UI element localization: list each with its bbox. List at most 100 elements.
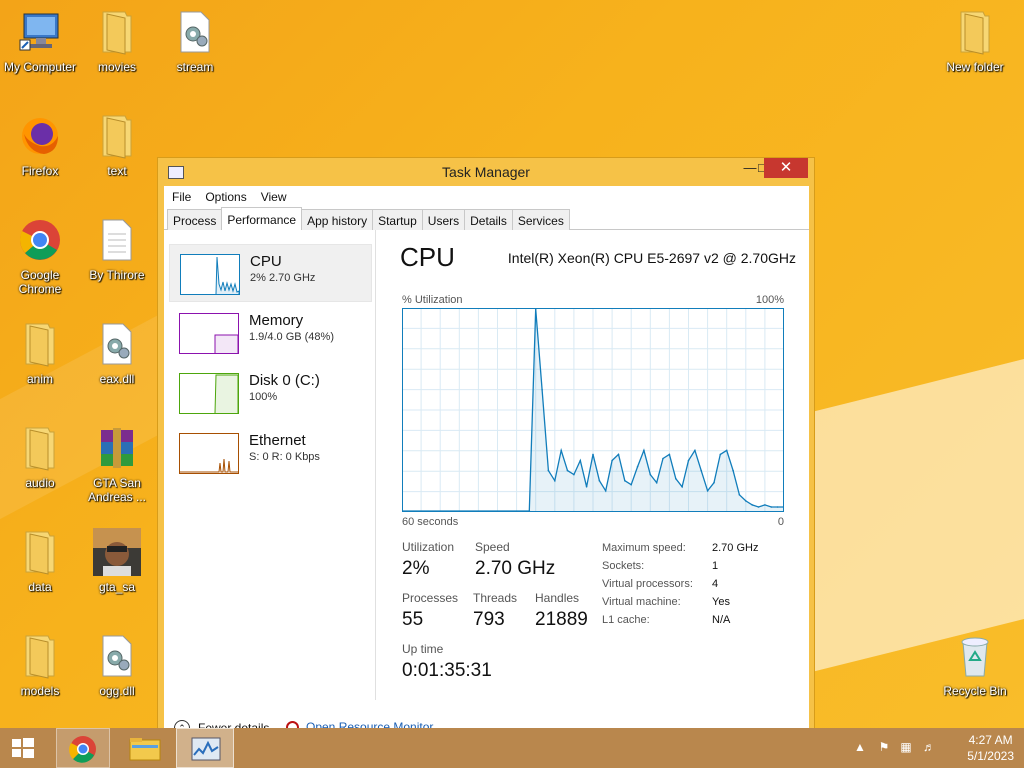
desktop-icon-label: By Thirore bbox=[89, 268, 145, 282]
cpu-data-point bbox=[713, 481, 715, 484]
resource-cpu[interactable]: CPU 2% 2.70 GHz bbox=[169, 244, 372, 302]
start-button[interactable] bbox=[0, 728, 46, 768]
desktop-icon-new-folder[interactable]: New folder bbox=[935, 8, 1015, 74]
desktop-icon-anim[interactable]: anim bbox=[0, 320, 80, 386]
menu-file[interactable]: File bbox=[172, 190, 191, 208]
resource-detail: 1.9/4.0 GB (48%) bbox=[249, 331, 334, 343]
threads-value: 793 bbox=[473, 609, 505, 630]
menu-view[interactable]: View bbox=[261, 190, 287, 208]
desktop-icon-label: eax.dll bbox=[99, 372, 135, 386]
taskbar-task-manager[interactable] bbox=[176, 728, 234, 768]
desktop-icon-label: models bbox=[20, 684, 60, 698]
cpu-data-point bbox=[585, 486, 588, 488]
spec-value: 4 bbox=[712, 578, 719, 590]
desktop-icon-by-thirore[interactable]: By Thirore bbox=[77, 216, 157, 282]
threads-label: Threads bbox=[473, 591, 518, 605]
resource-detail: 2% 2.70 GHz bbox=[250, 272, 316, 284]
desktop-icon-label: ogg.dll bbox=[99, 684, 135, 698]
desktop-icon-eax-dll[interactable]: eax.dll bbox=[77, 320, 157, 386]
disk-thumbnail bbox=[179, 373, 239, 414]
resource-memory[interactable]: Memory 1.9/4.0 GB (48%) bbox=[169, 304, 372, 362]
document-icon bbox=[93, 216, 141, 264]
tab-details[interactable]: Details bbox=[464, 209, 513, 230]
desktop-icon-label: Recycle Bin bbox=[943, 684, 1007, 698]
cpu-data-point bbox=[630, 483, 632, 486]
taskbar-file-explorer[interactable] bbox=[118, 728, 172, 768]
desktop-icon-my-computer[interactable]: My Computer bbox=[0, 8, 80, 74]
folder-icon bbox=[93, 112, 141, 160]
desktop-icon-audio[interactable]: audio bbox=[0, 424, 80, 490]
desktop-icon-text[interactable]: text bbox=[77, 112, 157, 178]
spec-value: N/A bbox=[712, 614, 731, 626]
show-hidden-icons-icon[interactable]: ▲ bbox=[852, 740, 868, 756]
desktop-icon-gta-sa[interactable]: gta_sa bbox=[77, 528, 157, 594]
tab-users[interactable]: Users bbox=[421, 209, 466, 230]
desktop-icon-models[interactable]: models bbox=[0, 632, 80, 698]
settings-file-icon bbox=[171, 8, 219, 56]
cpu-data-point bbox=[700, 469, 702, 472]
desktop-icon-label: Firefox bbox=[21, 164, 59, 178]
resource-detail: S: 0 R: 0 Kbps bbox=[249, 451, 320, 463]
x-left-label: 60 seconds bbox=[402, 516, 459, 528]
desktop-icon-gta-san-andreas[interactable]: GTA San Andreas ... bbox=[77, 424, 157, 504]
resource-ethernet[interactable]: Ethernet S: 0 R: 0 Kbps bbox=[169, 424, 372, 482]
task-manager-icon bbox=[191, 737, 221, 761]
desktop-icon-label: New folder bbox=[946, 60, 1004, 74]
tab-app-history[interactable]: App history bbox=[301, 209, 374, 230]
taskbar-chrome[interactable] bbox=[56, 728, 110, 768]
cpu-data-point bbox=[751, 504, 753, 506]
cpu-data-point bbox=[636, 465, 639, 468]
clock[interactable]: 4:27 AM 5/1/2023 bbox=[967, 732, 1014, 764]
desktop-icon-data[interactable]: data bbox=[0, 528, 80, 594]
desktop-icon-google-chrome[interactable]: Google Chrome bbox=[0, 216, 80, 296]
cpu-data-point bbox=[560, 449, 562, 452]
firefox-icon bbox=[16, 112, 64, 160]
handles-value: 21889 bbox=[535, 609, 588, 630]
desktop-icon-movies[interactable]: movies bbox=[77, 8, 157, 74]
desktop-icon-label: movies bbox=[97, 60, 136, 74]
cpu-data-point bbox=[655, 481, 658, 484]
action-center-icon[interactable]: ⚑ bbox=[876, 740, 892, 756]
memory-thumbnail bbox=[179, 313, 239, 354]
tab-processes[interactable]: Process bbox=[167, 209, 223, 230]
settings-file-icon bbox=[93, 320, 141, 368]
desktop-icon-label: GTA San Andreas ... bbox=[87, 476, 147, 504]
cpu-data-point bbox=[738, 494, 741, 496]
resource-name: CPU bbox=[250, 253, 282, 270]
resource-detail-pane: CPU Intel(R) Xeon(R) CPU E5-2697 v2 @ 2.… bbox=[392, 230, 802, 700]
resource-disk[interactable]: Disk 0 (C:) 100% bbox=[169, 364, 372, 422]
cpu-data-point bbox=[649, 473, 652, 476]
desktop-icon-ogg-dll[interactable]: ogg.dll bbox=[77, 632, 157, 698]
tab-performance[interactable]: Performance bbox=[221, 207, 303, 230]
spec-key: Virtual processors: bbox=[602, 578, 693, 590]
tab-startup[interactable]: Startup bbox=[372, 209, 423, 230]
y-axis-label: % Utilization bbox=[402, 294, 463, 306]
tab-services[interactable]: Services bbox=[511, 209, 570, 230]
desktop-icon-firefox[interactable]: Firefox bbox=[0, 112, 80, 178]
menu-options[interactable]: Options bbox=[205, 190, 246, 208]
processes-label: Processes bbox=[402, 591, 459, 605]
title-bar[interactable]: Task Manager — □ ✕ bbox=[158, 158, 814, 186]
network-icon[interactable]: ▦ bbox=[898, 740, 914, 756]
cpu-data-point bbox=[617, 453, 620, 456]
spec-value: 1 bbox=[712, 560, 719, 572]
desktop-icon-recycle-bin[interactable]: Recycle Bin bbox=[935, 632, 1015, 698]
cpu-data-point bbox=[611, 459, 613, 462]
cpu-data-point bbox=[604, 490, 607, 492]
close-button[interactable]: ✕ bbox=[764, 158, 808, 178]
utilization-label: Utilization bbox=[402, 540, 455, 554]
detail-title: CPU bbox=[400, 242, 455, 272]
cpu-data-point bbox=[745, 500, 747, 502]
cpu-thumbnail bbox=[180, 254, 240, 295]
cpu-data-point bbox=[681, 486, 683, 488]
windows-logo-icon bbox=[12, 738, 34, 758]
task-manager-window: Task Manager — □ ✕ File Options View Pro… bbox=[157, 157, 815, 748]
cpu-data-point bbox=[668, 453, 671, 456]
resource-name: Ethernet bbox=[249, 432, 306, 449]
resource-name: Disk 0 (C:) bbox=[249, 372, 320, 389]
volume-icon[interactable]: ♬ bbox=[921, 740, 937, 756]
desktop-icon-stream[interactable]: stream bbox=[155, 8, 235, 74]
speed-value: 2.70 GHz bbox=[475, 558, 556, 579]
chrome-icon bbox=[69, 736, 96, 763]
computer-icon bbox=[16, 8, 64, 56]
